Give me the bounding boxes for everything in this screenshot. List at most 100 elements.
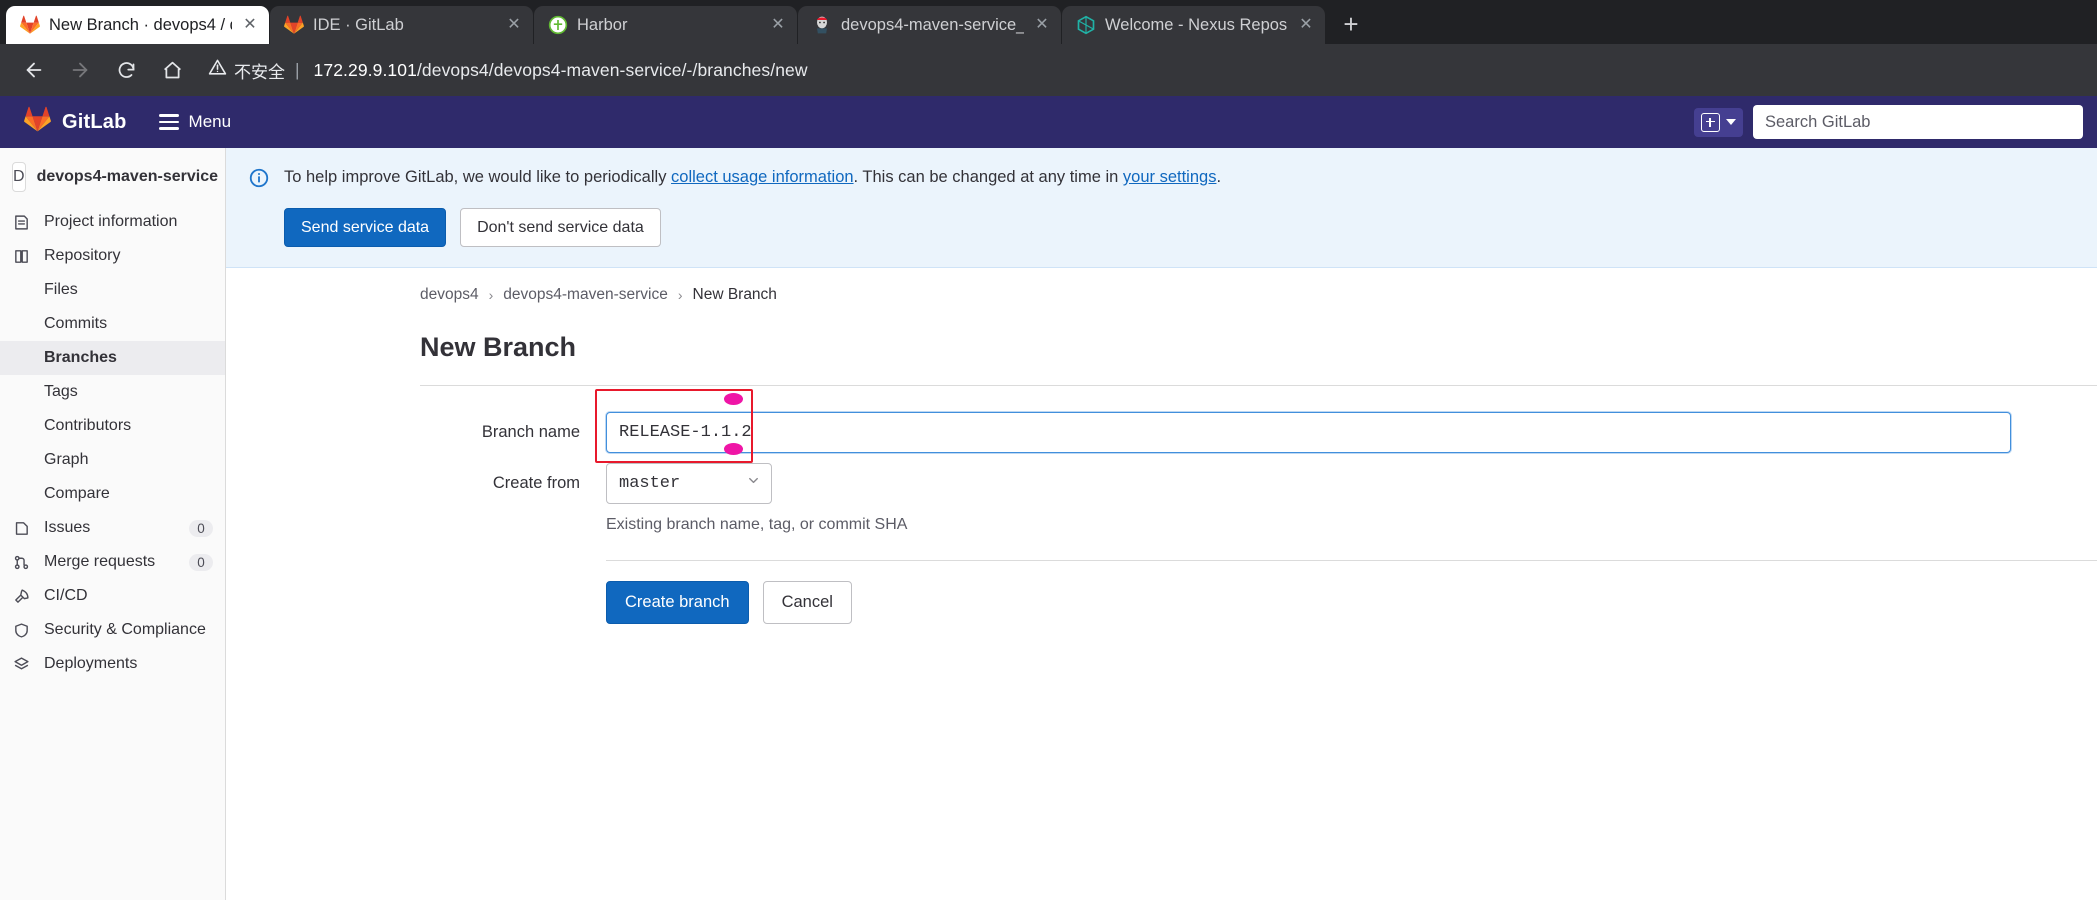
sidebar-project-header[interactable]: D devops4-maven-service — [0, 148, 225, 205]
info-icon — [12, 213, 31, 232]
search-placeholder: Search GitLab — [1765, 112, 1871, 131]
deployments-icon — [12, 655, 31, 674]
your-settings-link[interactable]: your settings — [1123, 168, 1217, 186]
gitlab-menu-label: Menu — [188, 112, 232, 131]
chevron-down-icon — [1726, 119, 1736, 125]
close-icon[interactable]: ✕ — [1033, 16, 1051, 34]
sidebar-item-deployments[interactable]: Deployments — [0, 647, 225, 681]
browser-tab-jenkins-ci[interactable]: devops4-maven-service_CI #9 ✕ — [798, 6, 1061, 44]
sidebar-item-compare[interactable]: Compare — [0, 477, 225, 511]
sidebar-item-issues[interactable]: Issues 0 — [0, 511, 225, 545]
sidebar-item-branches[interactable]: Branches — [0, 341, 225, 375]
branch-name-row: Branch name RELEASE-1.1.2 — [420, 389, 2097, 464]
page-title: New Branch — [420, 332, 577, 363]
sidebar-item-security-compliance[interactable]: Security & Compliance — [0, 613, 225, 647]
sidebar-item-tags[interactable]: Tags — [0, 375, 225, 409]
browser-tab-ide-gitlab[interactable]: IDE · GitLab ✕ — [270, 6, 533, 44]
breadcrumb-item-group[interactable]: devops4 — [420, 286, 479, 304]
close-icon[interactable]: ✕ — [1297, 16, 1315, 34]
sidebar-item-graph[interactable]: Graph — [0, 443, 225, 477]
sidebar-subitem-label: Files — [44, 281, 78, 298]
avatar: D — [12, 162, 26, 192]
gitlab-fox-icon — [284, 15, 304, 35]
nexus-icon — [1076, 15, 1096, 35]
new-tab-button[interactable]: + — [1334, 7, 1368, 41]
not-secure-warning: 不安全 — [208, 58, 285, 83]
address-host: 172.29.9.101 — [313, 59, 417, 80]
book-icon — [12, 247, 31, 266]
jenkins-icon — [812, 15, 832, 35]
close-icon[interactable]: ✕ — [505, 16, 523, 34]
branch-name-label: Branch name — [481, 423, 580, 442]
sidebar-item-merge-requests[interactable]: Merge requests 0 — [0, 545, 225, 579]
sidebar-item-repository[interactable]: Repository — [0, 239, 225, 273]
gitlab-header-right: Search GitLab — [1694, 105, 2083, 139]
sidebar-project-name: devops4-maven-service — [36, 168, 218, 185]
browser-tab-title: devops4-maven-service_CI #9 — [841, 15, 1024, 34]
create-from-row: Create from master Existing branch name,… — [420, 463, 2097, 624]
gitlab-fox-icon — [24, 106, 51, 138]
create-from-select[interactable]: master — [606, 463, 772, 505]
sidebar-item-contributors[interactable]: Contributors — [0, 409, 225, 443]
gitlab-menu-button[interactable]: Menu — [158, 112, 232, 132]
browser-tab-new-branch[interactable]: New Branch · devops4 / devop ✕ — [6, 6, 269, 44]
create-from-field-wrap: master Existing branch name, tag, or com… — [606, 463, 2097, 624]
sidebar-item-commits[interactable]: Commits — [0, 307, 225, 341]
new-branch-form: Branch name RELEASE-1.1.2 Create from ma… — [420, 385, 2097, 624]
home-icon[interactable] — [152, 50, 192, 90]
dont-send-service-data-button[interactable]: Don't send service data — [460, 207, 661, 248]
sidebar-item-label: Issues — [44, 519, 91, 536]
sidebar-subitem-label: Graph — [44, 451, 89, 468]
browser-tab-title: Harbor — [577, 15, 628, 34]
page-body: D devops4-maven-service Project informat… — [0, 148, 2097, 900]
browser-tab-nexus-repository[interactable]: Welcome - Nexus Repository ✕ — [1062, 6, 1325, 44]
branch-name-input[interactable]: RELEASE-1.1.2 — [606, 412, 2011, 454]
close-icon[interactable]: ✕ — [769, 16, 787, 34]
harbor-icon — [548, 15, 568, 35]
rocket-icon — [12, 587, 31, 606]
warning-triangle-icon — [208, 58, 227, 82]
annotation-dot-top — [724, 393, 743, 406]
breadcrumb-separator: › — [677, 287, 683, 304]
create-from-value: master — [619, 474, 681, 494]
gitlab-fox-icon — [20, 15, 40, 35]
forward-arrow-icon[interactable] — [60, 50, 100, 90]
gitlab-top-nav: GitLab Menu Search GitLab — [0, 96, 2097, 148]
sidebar-item-cicd[interactable]: CI/CD — [0, 579, 225, 613]
sidebar-item-label: Merge requests — [44, 553, 156, 570]
send-service-data-button[interactable]: Send service data — [284, 207, 447, 248]
sidebar-subitem-label: Branches — [44, 349, 117, 366]
address-separator: | — [295, 59, 300, 80]
alert-text-part-2: . This can be changed at any time in — [853, 168, 1123, 186]
sidebar-item-project-information[interactable]: Project information — [0, 205, 225, 239]
create-branch-button[interactable]: Create branch — [606, 581, 749, 624]
browser-tab-title: IDE · GitLab — [313, 15, 404, 34]
browser-tab-title: Welcome - Nexus Repository — [1105, 15, 1288, 34]
alert-text-part-3: . — [1216, 168, 1222, 186]
breadcrumb: devops4 › devops4-maven-service › New Br… — [226, 268, 2097, 304]
browser-tab-harbor[interactable]: Harbor ✕ — [534, 6, 797, 44]
sidebar-item-files[interactable]: Files — [0, 273, 225, 307]
search-input[interactable]: Search GitLab — [1753, 105, 2083, 139]
close-icon[interactable]: ✕ — [241, 16, 259, 34]
browser-tabstrip: New Branch · devops4 / devop ✕ IDE · Git… — [0, 0, 2097, 44]
create-new-dropdown[interactable] — [1694, 107, 1743, 137]
gitlab-brand-text: GitLab — [62, 110, 127, 133]
address-bar[interactable]: 不安全 | 172.29.9.101/devops4/devops4-maven… — [208, 51, 2083, 89]
sidebar-item-label: Repository — [44, 247, 121, 264]
create-from-help-text: Existing branch name, tag, or commit SHA — [606, 516, 908, 534]
shield-icon — [12, 621, 31, 640]
collect-usage-information-link[interactable]: collect usage information — [671, 168, 854, 186]
reload-icon[interactable] — [106, 50, 146, 90]
sidebar-subitem-label: Compare — [44, 485, 110, 502]
merge-requests-count-badge: 0 — [189, 553, 213, 571]
breadcrumb-item-project[interactable]: devops4-maven-service — [503, 286, 668, 304]
back-arrow-icon[interactable] — [14, 50, 54, 90]
sidebar-subitem-label: Commits — [44, 315, 108, 332]
create-from-label: Create from — [492, 474, 580, 493]
branch-form-container: devops4 › devops4-maven-service › New Br… — [226, 268, 2097, 624]
gitlab-logo-link[interactable]: GitLab — [14, 106, 137, 138]
browser-chrome: New Branch · devops4 / devop ✕ IDE · Git… — [0, 0, 2097, 96]
cancel-button[interactable]: Cancel — [762, 581, 852, 624]
issues-icon — [12, 519, 31, 538]
